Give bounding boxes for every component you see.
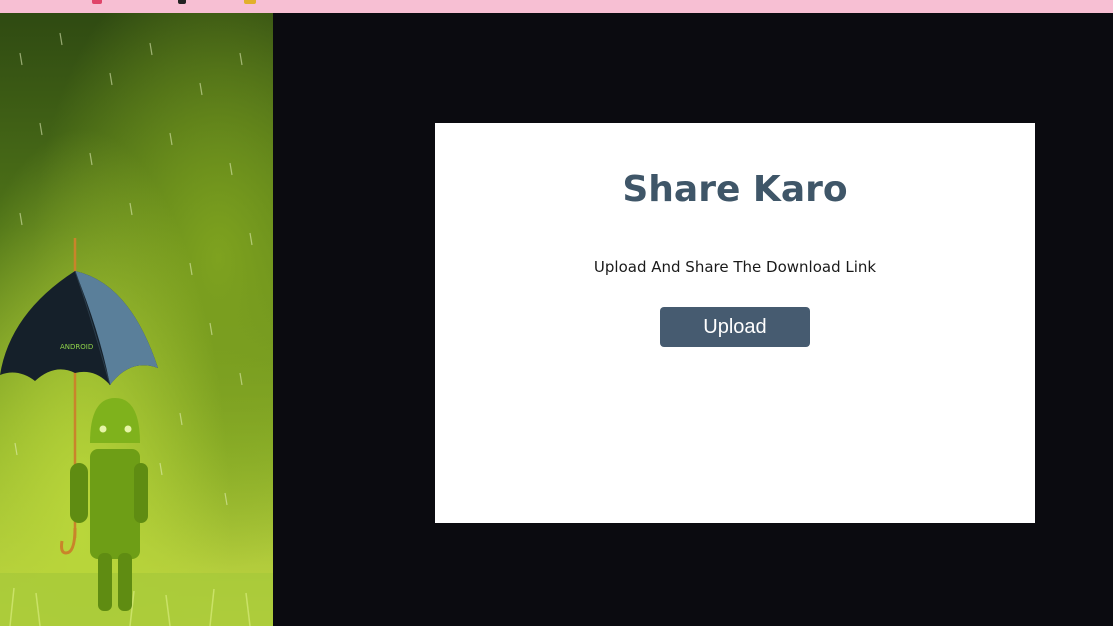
bookmark-icon[interactable] bbox=[178, 0, 186, 4]
share-card: Share Karo Upload And Share The Download… bbox=[435, 123, 1035, 523]
upload-button[interactable]: Upload bbox=[660, 307, 810, 347]
android-rain-hero-image: ANDROID bbox=[0, 13, 273, 626]
browser-bookmarks-bar bbox=[0, 0, 1113, 13]
bookmark-icon[interactable] bbox=[244, 0, 256, 4]
page-subtitle: Upload And Share The Download Link bbox=[593, 258, 877, 276]
bookmark-icon[interactable] bbox=[92, 0, 102, 4]
android-umbrella-illustration: ANDROID bbox=[0, 32, 273, 626]
main-content-area: Share Karo Upload And Share The Download… bbox=[273, 13, 1113, 626]
umbrella-logo-text: ANDROID bbox=[60, 343, 93, 351]
page-title: Share Karo bbox=[622, 169, 848, 210]
